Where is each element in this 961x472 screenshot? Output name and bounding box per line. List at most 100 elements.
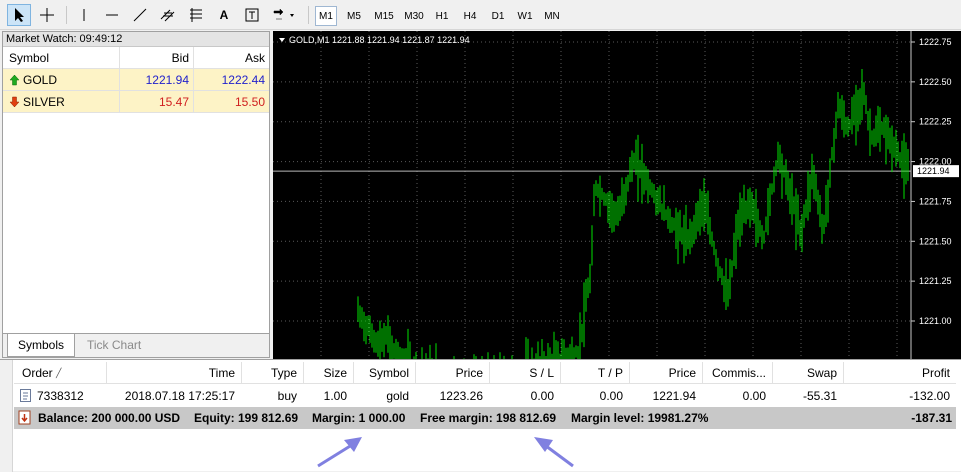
order-type: buy: [277, 389, 297, 403]
column-sl[interactable]: S / L: [529, 362, 554, 384]
balance-icon: [18, 410, 32, 426]
balance-text: Balance: 200 000.00 USD: [38, 411, 181, 425]
column-ask[interactable]: Ask: [245, 47, 265, 69]
horizontal-line-icon: [106, 14, 118, 16]
price-label: 1222.50: [919, 77, 952, 87]
text-label-button[interactable]: [240, 4, 264, 26]
order-symbol: gold: [386, 389, 409, 403]
quote-row-gold[interactable]: GOLD 1221.94 1222.44: [3, 69, 269, 91]
order-order: 7338312: [37, 389, 84, 403]
timeframe-m1-button[interactable]: M1: [315, 6, 337, 26]
timeframe-h1-button[interactable]: H1: [431, 6, 453, 26]
timeframe-m30-button[interactable]: M30: [401, 6, 427, 26]
sort-indicator-icon: ╱: [56, 368, 62, 378]
quote-ask: 15.50: [234, 95, 265, 109]
trendline-icon: [133, 8, 147, 22]
cursor-icon: [15, 8, 24, 22]
chart-menu-icon: [279, 38, 285, 42]
equity-text: Equity: 199 812.69: [194, 411, 299, 425]
up-arrow-icon: [9, 69, 20, 91]
text-label-icon: [245, 8, 259, 22]
column-type[interactable]: Type: [271, 362, 297, 384]
terminal-panel: Order Time Type Size Symbol Price S / L T / P Pr…: [0, 359, 961, 472]
down-arrow-icon: [9, 91, 20, 113]
arrow-to-margin: [317, 437, 362, 468]
column-commission[interactable]: Commis...: [712, 362, 766, 384]
balance-row: Balance: 200 000.00 USD Equity: 199 812.…: [14, 407, 956, 429]
column-order[interactable]: Order: [22, 362, 53, 384]
market-watch-panel: Market Watch: 09:49:12 Symbol Bid Ask GO…: [2, 31, 270, 358]
terminal-side-strip: [0, 360, 13, 472]
column-tp[interactable]: T / P: [598, 362, 623, 384]
tab-tick-chart[interactable]: Tick Chart: [77, 334, 151, 356]
free-margin-text: Free margin: 198 812.69: [420, 411, 557, 425]
fibonacci-icon: [190, 8, 202, 22]
quote-ask: 1222.44: [221, 73, 265, 87]
terminal-header-row: Order Time Type Size Symbol Price S / L T / P Pr…: [14, 362, 956, 384]
timeframe-m15-button[interactable]: M15: [371, 6, 397, 26]
column-profit[interactable]: Profit: [922, 362, 950, 384]
timeframe-mn-button[interactable]: MN: [541, 6, 563, 26]
chart-canvas[interactable]: 1222.75 1222.50 1222.25 1222.00 1221.75 1221.…: [273, 31, 961, 418]
margin-text: Margin: 1 000.00: [312, 411, 406, 425]
order-size: 1.00: [323, 389, 347, 403]
order-price: 1223.26: [439, 389, 483, 403]
price-label: 1221.00: [919, 316, 952, 326]
quote-bid: 1221.94: [145, 73, 189, 87]
quote-symbol: GOLD: [23, 73, 58, 87]
vertical-line-button[interactable]: [72, 4, 96, 26]
column-size[interactable]: Size: [324, 362, 347, 384]
timeframe-m5-button[interactable]: M5: [343, 6, 365, 26]
crosshair-tool-button[interactable]: [35, 4, 59, 26]
equidistant-channel-button[interactable]: [156, 4, 180, 26]
margin-level-text: Margin level: 19981.27%: [571, 411, 709, 425]
column-current-price[interactable]: Price: [669, 362, 696, 384]
order-commission: 0.00: [742, 389, 766, 403]
price-chart[interactable]: 1222.75 1222.50 1222.25 1222.00 1221.75 1221.…: [273, 31, 961, 418]
channel-icon: [160, 9, 175, 22]
price-label: 1222.75: [919, 37, 952, 47]
trendline-button[interactable]: [128, 4, 152, 26]
order-profit: -132.00: [909, 389, 950, 403]
order-sl: 0.00: [530, 389, 554, 403]
timeframe-d1-button[interactable]: D1: [487, 6, 509, 26]
column-bid[interactable]: Bid: [172, 47, 189, 69]
toolbar: A M1 M5 M15 M30 H1 H4 D1 W1 MN: [0, 0, 961, 30]
order-icon: [20, 388, 32, 404]
text-tool-button[interactable]: A: [212, 4, 236, 26]
price-label: 1222.25: [919, 117, 952, 127]
quote-symbol: SILVER: [23, 95, 65, 109]
column-time[interactable]: Time: [209, 362, 235, 384]
price-label: 1222.00: [919, 157, 952, 167]
arrows-dropdown-button[interactable]: [268, 4, 302, 26]
price-label: 1221.25: [919, 276, 952, 286]
arrow-to-free-margin: [534, 437, 574, 468]
column-symbol[interactable]: Symbol: [9, 47, 49, 69]
crosshair-icon: [40, 8, 54, 22]
column-symbol[interactable]: Symbol: [369, 362, 409, 384]
cursor-tool-button[interactable]: [7, 4, 31, 26]
quote-row-silver[interactable]: SILVER 15.47 15.50: [3, 91, 269, 113]
column-price[interactable]: Price: [456, 362, 483, 384]
market-watch-tabs: Symbols Tick Chart: [3, 333, 269, 357]
annotation-arrows: [317, 437, 574, 468]
timeframe-w1-button[interactable]: W1: [514, 6, 536, 26]
market-watch-title: Market Watch: 09:49:12: [3, 32, 269, 47]
order-row[interactable]: 7338312 2018.07.18 17:25:17 buy 1.00 gold 122…: [14, 385, 956, 407]
vertical-line-icon: [83, 9, 85, 21]
chart-header: GOLD,M1 1221.88 1221.94 1221.87 1221.94: [289, 35, 470, 45]
fibonacci-button[interactable]: [184, 4, 208, 26]
arrows-icon: [273, 8, 294, 20]
column-swap[interactable]: Swap: [807, 362, 837, 384]
total-profit: -187.31: [911, 411, 952, 425]
text-icon: A: [219, 8, 229, 22]
current-price-label: 1221.94: [917, 166, 950, 176]
quote-bid: 15.47: [158, 95, 189, 109]
tab-symbols[interactable]: Symbols: [7, 334, 76, 357]
order-tp: 0.00: [599, 389, 623, 403]
order-time: 2018.07.18 17:25:17: [124, 389, 235, 403]
horizontal-line-button[interactable]: [100, 4, 124, 26]
order-current-price: 1221.94: [652, 389, 696, 403]
market-watch-header: Symbol Bid Ask: [3, 47, 269, 69]
timeframe-h4-button[interactable]: H4: [459, 6, 481, 26]
